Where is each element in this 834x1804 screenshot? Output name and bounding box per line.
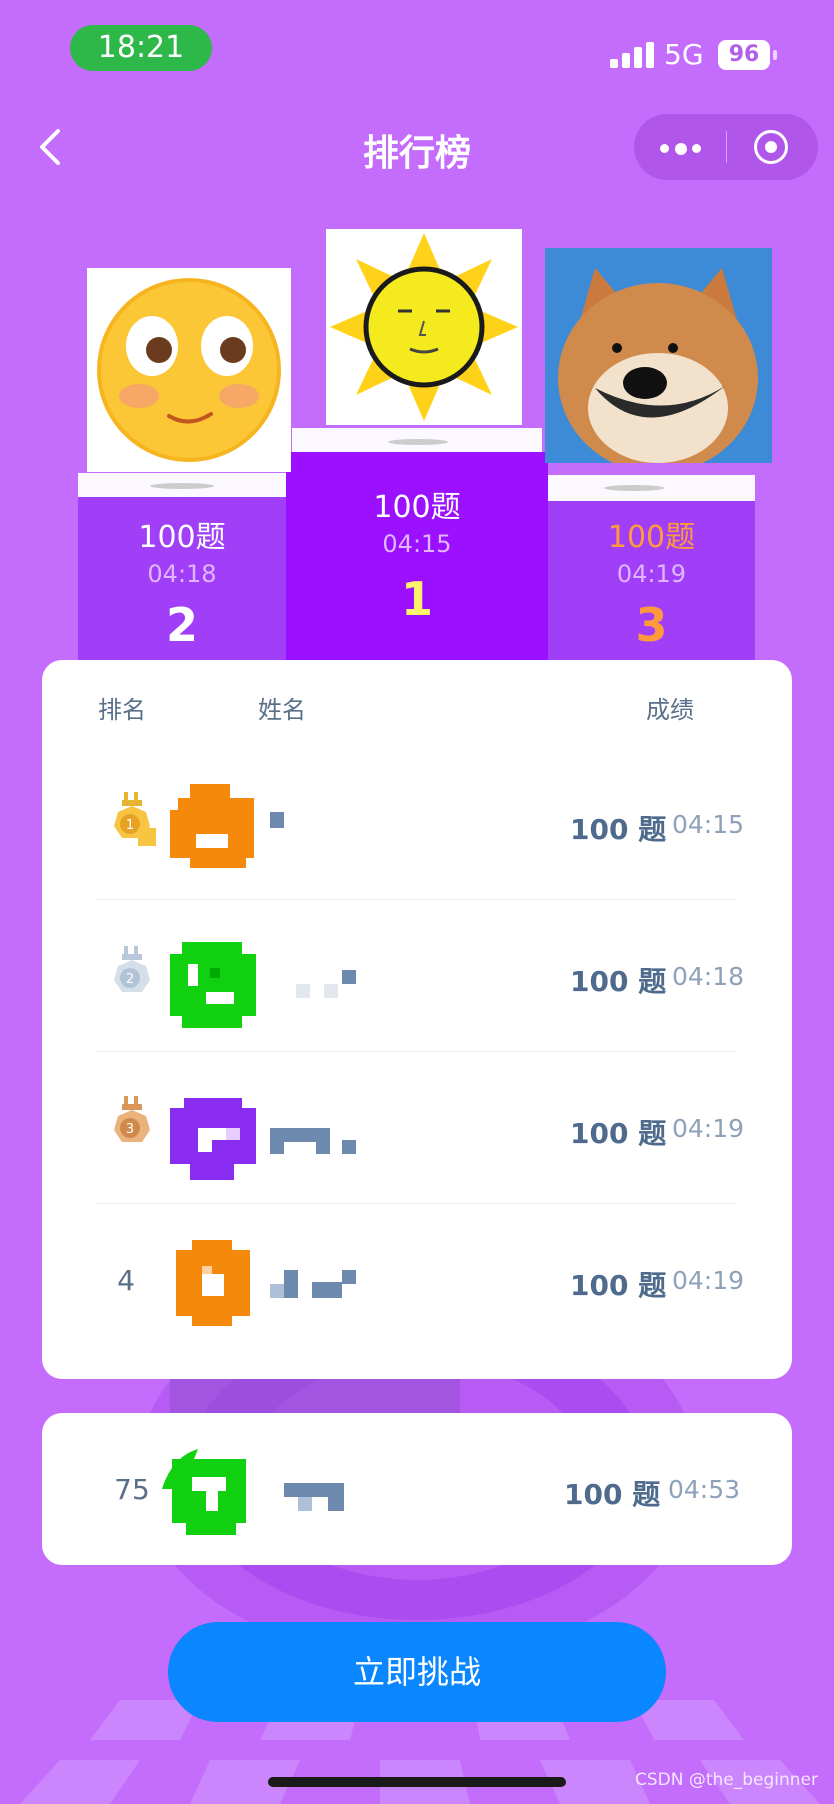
podium-rank-2: 2 (165, 598, 198, 652)
username-blurred (270, 1284, 284, 1298)
row-count: 100 题 (570, 965, 667, 998)
row-count: 100 题 (570, 1269, 667, 1302)
watermark: CSDN @the_beginner (634, 1770, 818, 1790)
sun-emoji-icon (330, 233, 518, 421)
username-blurred (284, 1270, 298, 1298)
svg-text:3: 3 (126, 1122, 134, 1137)
podium-avatar-2 (87, 268, 291, 472)
podium-count-1: 100题 (373, 490, 461, 525)
podium-avatar-1 (326, 229, 522, 425)
more-icon[interactable] (660, 143, 704, 155)
my-rank-number: 75 (114, 1473, 150, 1506)
podium-avatar-3 (545, 248, 772, 463)
home-indicator (268, 1777, 566, 1787)
row-time: 04:15 (672, 810, 745, 839)
smiley-emoji-icon (97, 278, 281, 462)
user-avatar (170, 784, 254, 868)
row-count: 100 题 (570, 1117, 667, 1150)
podium-shadow (388, 439, 448, 445)
header-score: 成绩 (646, 696, 694, 724)
table-row[interactable]: 1 100 题 04:15 (96, 748, 744, 900)
silver-medal-icon: 2 (114, 946, 150, 992)
user-avatar (170, 1098, 256, 1180)
my-count: 100 题 (564, 1478, 661, 1511)
username-blurred (270, 1142, 284, 1154)
podium-time-2: 04:18 (147, 560, 217, 588)
table-row[interactable]: 2 100 题 04:18 (96, 900, 744, 1052)
username-blurred (270, 812, 284, 828)
challenge-button[interactable]: 立即挑战 (168, 1622, 666, 1722)
podium-time-3: 04:19 (616, 560, 687, 588)
svg-text:2: 2 (126, 972, 134, 987)
username-blurred (342, 1140, 356, 1154)
podium-rank-3: 3 (635, 598, 668, 652)
row-time: 04:19 (672, 1114, 745, 1143)
row-time: 04:19 (672, 1266, 745, 1295)
table-row[interactable]: 3 100 题 04:19 (96, 1052, 744, 1204)
header-name: 姓名 (258, 696, 306, 724)
username-blurred (316, 1142, 330, 1154)
username-blurred (312, 1282, 342, 1298)
podium-shadow (604, 485, 664, 491)
capsule-divider (726, 131, 727, 163)
username-blurred (284, 1483, 328, 1497)
table-row[interactable]: 4 100 题 04:19 (96, 1204, 744, 1356)
username-blurred (270, 1128, 330, 1142)
battery-tip (773, 50, 777, 60)
row-rank: 4 (117, 1264, 135, 1297)
my-time: 04:53 (668, 1475, 741, 1504)
dog-photo-icon (545, 248, 772, 463)
user-avatar (162, 1449, 246, 1535)
row-time: 04:18 (672, 962, 745, 991)
username-blurred (342, 970, 356, 984)
user-avatar (176, 1240, 250, 1326)
username-blurred (342, 1270, 356, 1284)
podium-rank-1: 1 (400, 572, 433, 626)
bronze-medal-icon: 3 (114, 1096, 150, 1142)
username-blurred (328, 1483, 344, 1511)
username-blurred (296, 984, 310, 998)
username-blurred (324, 984, 338, 998)
battery-icon: 96 (718, 40, 770, 70)
podium-count-2: 100题 (138, 520, 226, 555)
user-avatar (170, 942, 256, 1028)
signal-icon (610, 42, 654, 68)
podium-shadow (150, 483, 214, 489)
network-label: 5G (664, 38, 704, 71)
podium-count-3: 100题 (607, 520, 696, 555)
header-rank: 排名 (98, 696, 146, 724)
close-target-icon[interactable] (754, 130, 788, 164)
gold-medal-icon: 1 (114, 792, 156, 846)
status-time: 18:21 (70, 25, 212, 71)
username-blurred (298, 1497, 312, 1511)
podium-time-1: 04:15 (382, 530, 452, 558)
row-count: 100 题 (570, 813, 667, 846)
my-rank-card[interactable]: 75 100 题 04:53 (42, 1413, 792, 1565)
svg-text:1: 1 (126, 818, 134, 833)
